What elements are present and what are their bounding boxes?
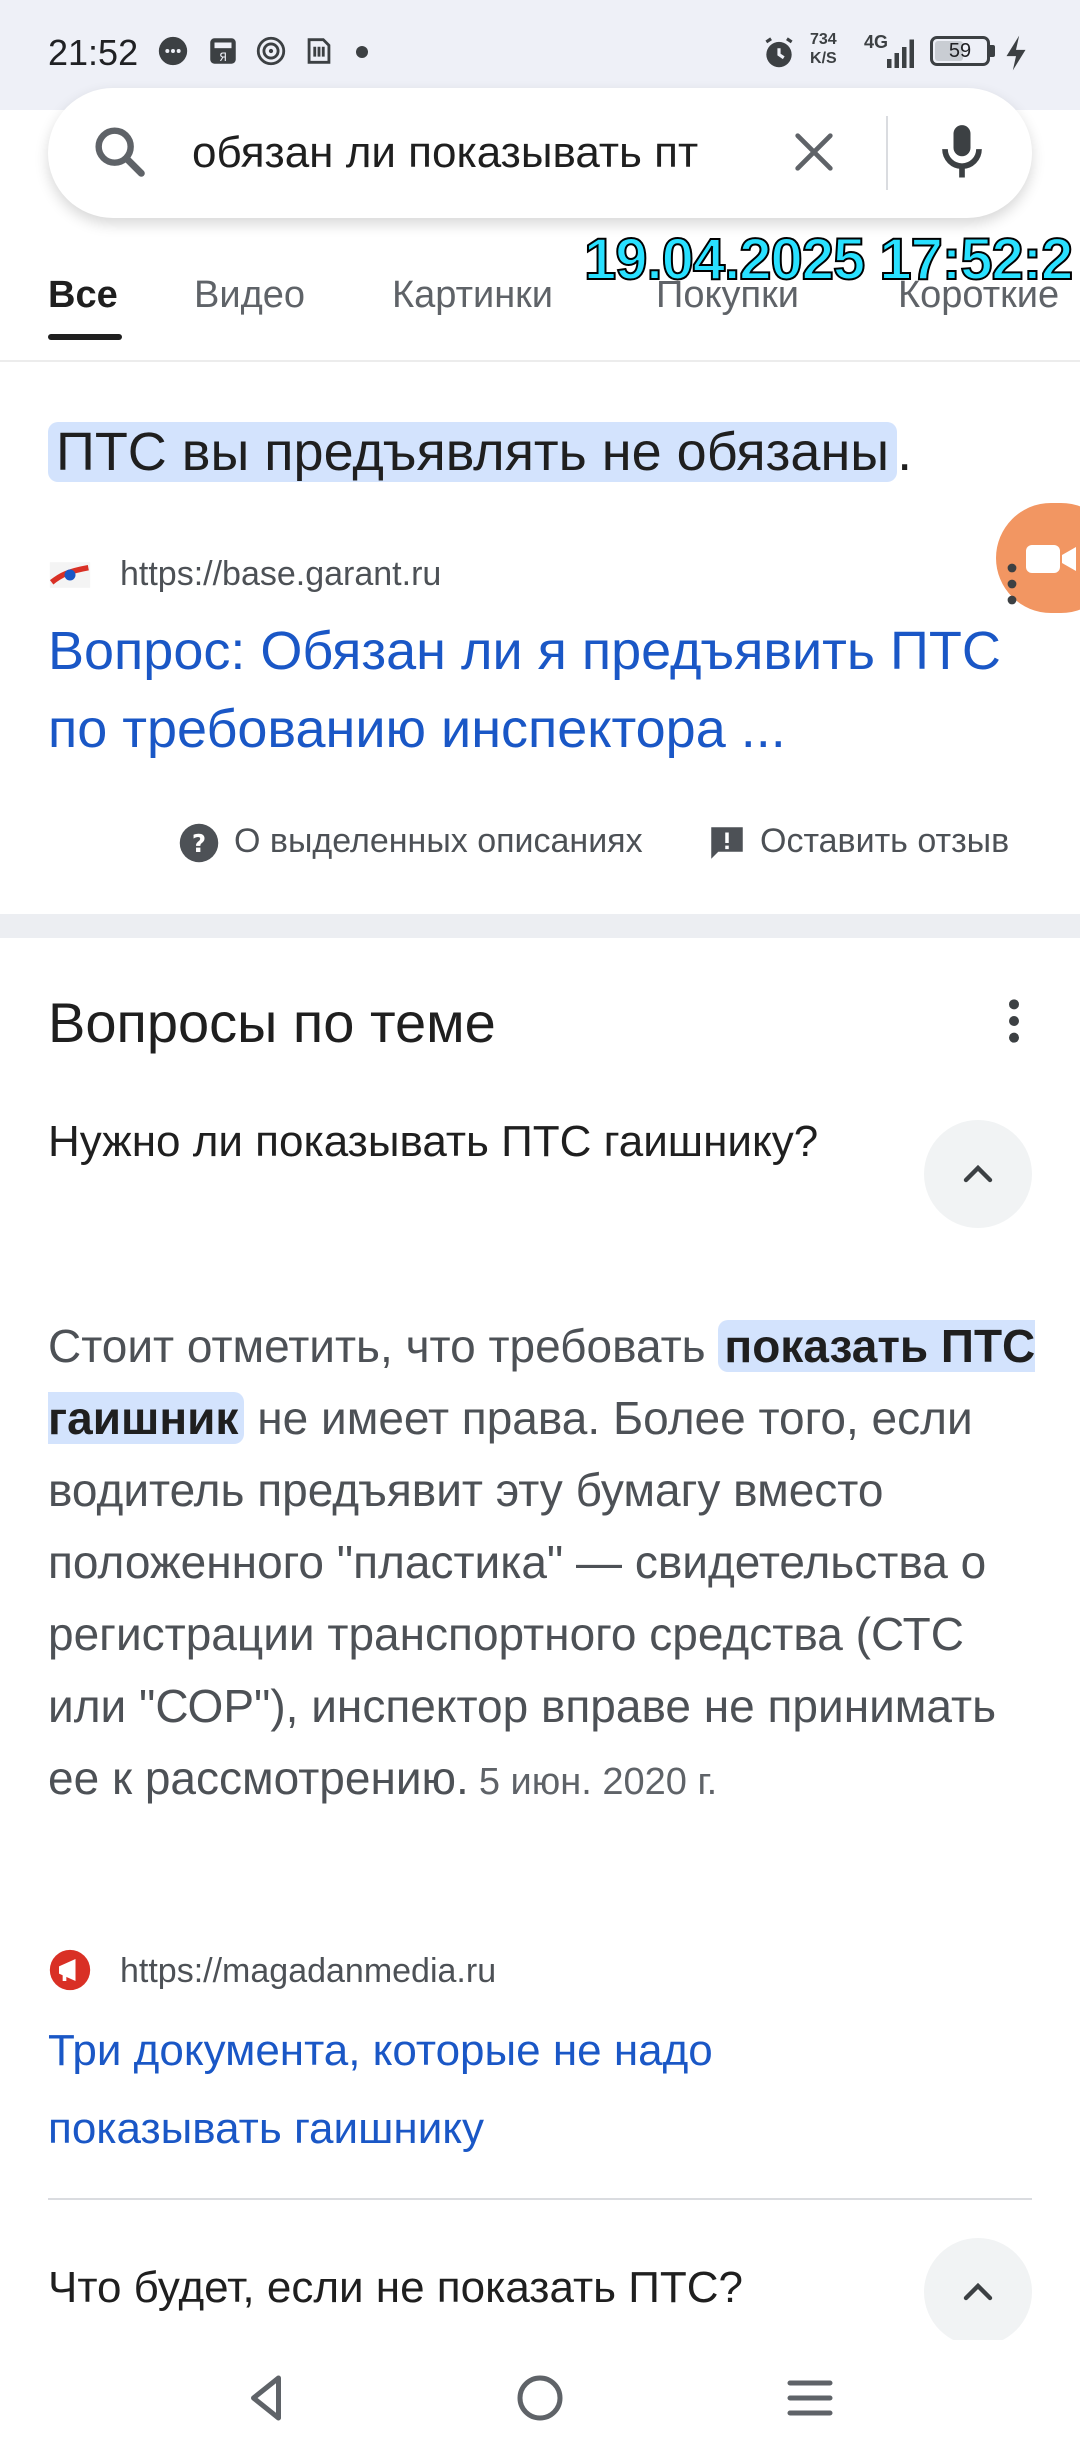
- spiral-notification-icon: [256, 36, 286, 66]
- source-url[interactable]: https://base.garant.ru: [120, 555, 441, 594]
- collapse-question-1-button[interactable]: [924, 1120, 1032, 1228]
- answer-source-url[interactable]: https://magadanmedia.ru: [120, 1952, 496, 1991]
- search-bar[interactable]: обязан ли показывать пт: [48, 88, 1032, 218]
- battery-tip: [990, 45, 995, 57]
- feedback-link[interactable]: Оставить отзыв: [760, 822, 1009, 861]
- search-icon[interactable]: [88, 120, 152, 184]
- question-2[interactable]: Что будет, если не показать ПТС?: [48, 2258, 888, 2318]
- active-tab-indicator: [48, 334, 122, 340]
- video-camera-icon[interactable]: [1024, 538, 1080, 580]
- section-divider: [0, 914, 1080, 938]
- svg-text:?: ?: [192, 829, 206, 858]
- battery-indicator: 59: [930, 36, 990, 66]
- clear-icon[interactable]: [786, 124, 842, 180]
- search-divider: [886, 116, 888, 190]
- mic-icon[interactable]: [928, 118, 996, 186]
- answer-text-after: не имеет права. Более того, если водител…: [48, 1392, 997, 1804]
- question-divider: [48, 2198, 1032, 2200]
- magadanmedia-favicon-icon: [49, 1949, 91, 1991]
- home-icon[interactable]: [510, 2368, 570, 2428]
- back-icon[interactable]: [236, 2368, 296, 2428]
- expand-question-2-button[interactable]: [924, 2238, 1032, 2346]
- battery-level: 59: [948, 40, 972, 62]
- help-icon[interactable]: ?: [178, 822, 220, 864]
- more-notifications-dot: [356, 46, 368, 58]
- chat-notification-icon: [158, 36, 188, 66]
- answer-text-before: Стоит отметить, что требовать: [48, 1320, 719, 1372]
- system-nav-bar: [0, 2340, 1080, 2460]
- search-input[interactable]: обязан ли показывать пт: [192, 128, 792, 178]
- result-link-magadanmedia[interactable]: Три документа, которые не надо показыват…: [48, 2012, 948, 2168]
- network-speed-value: 734: [810, 31, 837, 48]
- status-time: 21:52: [48, 32, 139, 73]
- snippet-tail: .: [897, 422, 913, 482]
- chevron-up-icon: [963, 2282, 993, 2301]
- snippet-highlight: ПТС вы предъявлять не обязаны: [48, 422, 898, 482]
- floating-menu-dots-icon[interactable]: [1002, 562, 1022, 606]
- featured-snippet-answer: ПТС вы предъявлять не обязаны.: [48, 416, 912, 488]
- result-link-garant[interactable]: Вопрос: Обязан ли я предъявить ПТС по тр…: [48, 612, 1038, 768]
- network-speed-unit: K/S: [810, 50, 837, 67]
- about-snippets-link[interactable]: О выделенных описаниях: [234, 822, 643, 861]
- more-options-icon[interactable]: [998, 996, 1030, 1046]
- garant-favicon-icon: [49, 562, 91, 588]
- chevron-up-icon: [963, 1164, 993, 1183]
- network-speed: 734 K/S: [810, 30, 837, 68]
- tab-video[interactable]: Видео: [194, 274, 305, 317]
- tab-all[interactable]: Все: [48, 274, 118, 317]
- question-1-answer: Стоит отметить, что требовать показать П…: [48, 1310, 1038, 1818]
- question-1[interactable]: Нужно ли показывать ПТС гаишнику?: [48, 1112, 848, 1172]
- alarm-icon: [765, 37, 793, 68]
- charging-icon: [1006, 35, 1026, 71]
- tab-images[interactable]: Картинки: [392, 274, 553, 317]
- nfc-notification-icon: [307, 38, 331, 64]
- answer-date: 5 июн. 2020 г.: [478, 1761, 718, 1803]
- feedback-icon[interactable]: [706, 822, 748, 864]
- recents-menu-icon[interactable]: [780, 2368, 840, 2428]
- app-notification-icon: Я: [210, 38, 236, 64]
- svg-text:Я: Я: [219, 50, 227, 64]
- timestamp-overlay: 19.04.2025 17:52:2: [583, 226, 1074, 293]
- related-questions-title: Вопросы по теме: [48, 991, 496, 1054]
- signal-icon: [887, 39, 914, 68]
